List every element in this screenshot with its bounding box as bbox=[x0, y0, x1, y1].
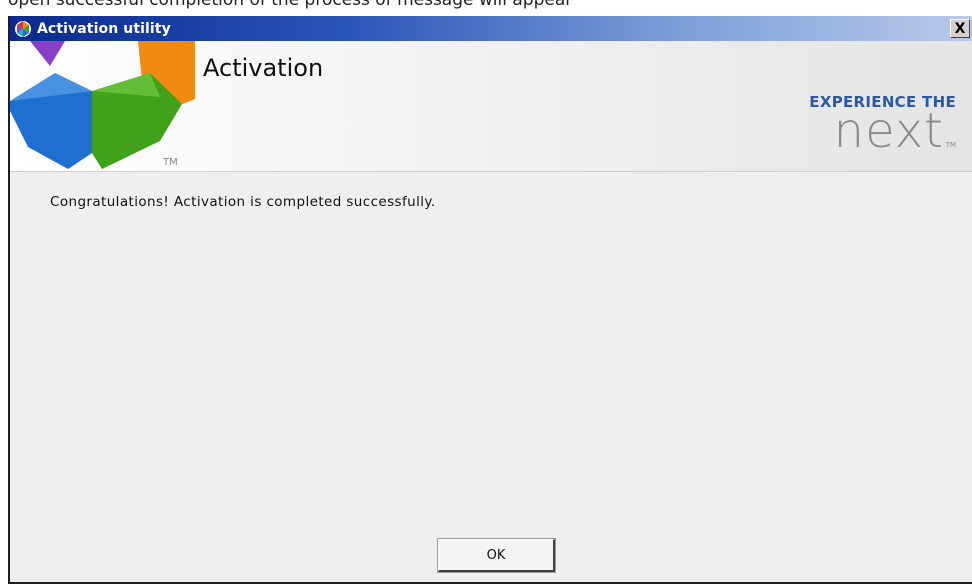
logo-trademark: TM bbox=[163, 157, 178, 168]
close-button[interactable]: X bbox=[950, 19, 970, 38]
page-caption: open successful completion of the proces… bbox=[0, 0, 972, 9]
header-banner: TM Activation EXPERIENCE THE next TM bbox=[10, 41, 972, 172]
app-icon bbox=[15, 20, 31, 37]
brand-logo-word: next bbox=[833, 103, 944, 159]
product-logo bbox=[10, 41, 195, 169]
brand-trademark: TM bbox=[945, 141, 956, 149]
window-title: Activation utility bbox=[37, 20, 171, 37]
ok-button[interactable]: OK bbox=[437, 538, 556, 573]
success-message: Congratulations! Activation is completed… bbox=[50, 194, 436, 210]
title-bar[interactable]: Activation utility X bbox=[10, 16, 972, 41]
page-title: Activation bbox=[203, 54, 324, 82]
close-icon: X bbox=[954, 20, 966, 37]
activation-dialog: Activation utility X TM Activation EXPER… bbox=[8, 16, 972, 584]
